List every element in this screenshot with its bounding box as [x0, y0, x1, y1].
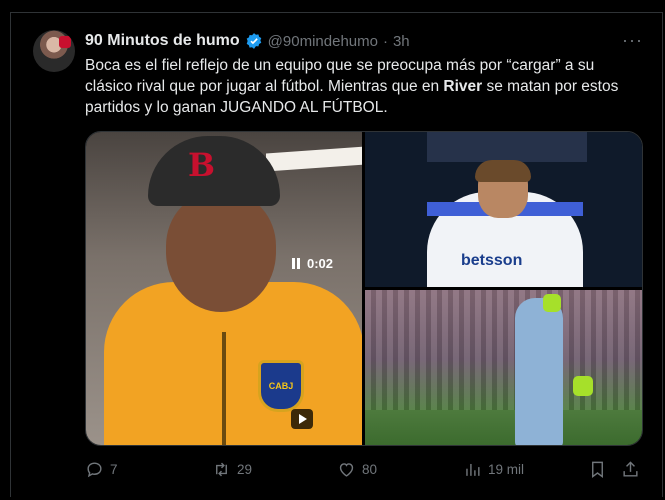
ceiling-light	[266, 146, 362, 172]
views-count: 19 mil	[488, 461, 525, 477]
retweet-icon	[216, 462, 227, 476]
club-crest: CABJ	[258, 360, 304, 412]
media-image-player-cap[interactable]: CABJ B	[86, 132, 362, 445]
tweet-time[interactable]: 3h	[393, 33, 410, 50]
views-button[interactable]: 19 mil	[463, 458, 524, 480]
like-button[interactable]: 80	[337, 458, 377, 480]
tweet-text: Boca es el fiel reflejo de un equipo que…	[85, 55, 645, 118]
more-options-icon[interactable]: ···	[622, 31, 643, 49]
avatar[interactable]	[33, 30, 75, 72]
like-count: 80	[362, 461, 378, 477]
baseball-cap: B	[148, 136, 280, 206]
goalkeeper	[515, 298, 563, 445]
pause-icon[interactable]	[291, 257, 301, 269]
author-name[interactable]: 90 Minutos de humo	[85, 32, 240, 50]
player-hair	[475, 160, 531, 182]
background-banner	[427, 132, 587, 162]
media-video-player-jersey[interactable]: betsson	[365, 132, 642, 287]
media-grid: CABJ B betsson	[85, 131, 643, 446]
heart-icon	[339, 462, 354, 477]
stadium-crowd	[365, 290, 642, 410]
cap-logo: B	[188, 146, 216, 184]
play-icon[interactable]	[291, 409, 313, 429]
bookmark-icon	[592, 461, 603, 478]
separator-dot: ·	[382, 32, 388, 50]
retweet-button[interactable]: 29	[212, 458, 252, 480]
video-time: 0:02	[307, 255, 334, 271]
share-button[interactable]	[621, 458, 640, 480]
media-video-goalkeeper[interactable]	[365, 290, 642, 445]
tweet-text-bold: River	[443, 78, 483, 95]
avatar-badge	[59, 36, 71, 48]
views-chart-icon	[466, 463, 480, 476]
share-icon	[623, 460, 638, 477]
reply-button[interactable]: 7	[85, 458, 118, 480]
jersey-sponsor: betsson	[461, 252, 523, 269]
retweet-count: 29	[237, 461, 253, 477]
author-handle[interactable]: @90mindehumo	[268, 33, 378, 50]
jacket-zipper	[222, 332, 226, 445]
verified-badge-icon	[246, 33, 261, 49]
action-bar: 7 29 80 19 mil	[85, 458, 641, 480]
goalkeeper-glove	[573, 376, 593, 396]
bookmark-button[interactable]	[588, 458, 607, 480]
goalkeeper-glove-raised	[543, 294, 561, 312]
reply-count: 7	[110, 461, 118, 477]
player-face	[166, 192, 276, 312]
reply-icon	[87, 461, 102, 477]
tweet-header: 90 Minutos de humo @90mindehumo · 3h	[85, 31, 410, 51]
video-timer[interactable]: 0:02	[291, 254, 333, 272]
